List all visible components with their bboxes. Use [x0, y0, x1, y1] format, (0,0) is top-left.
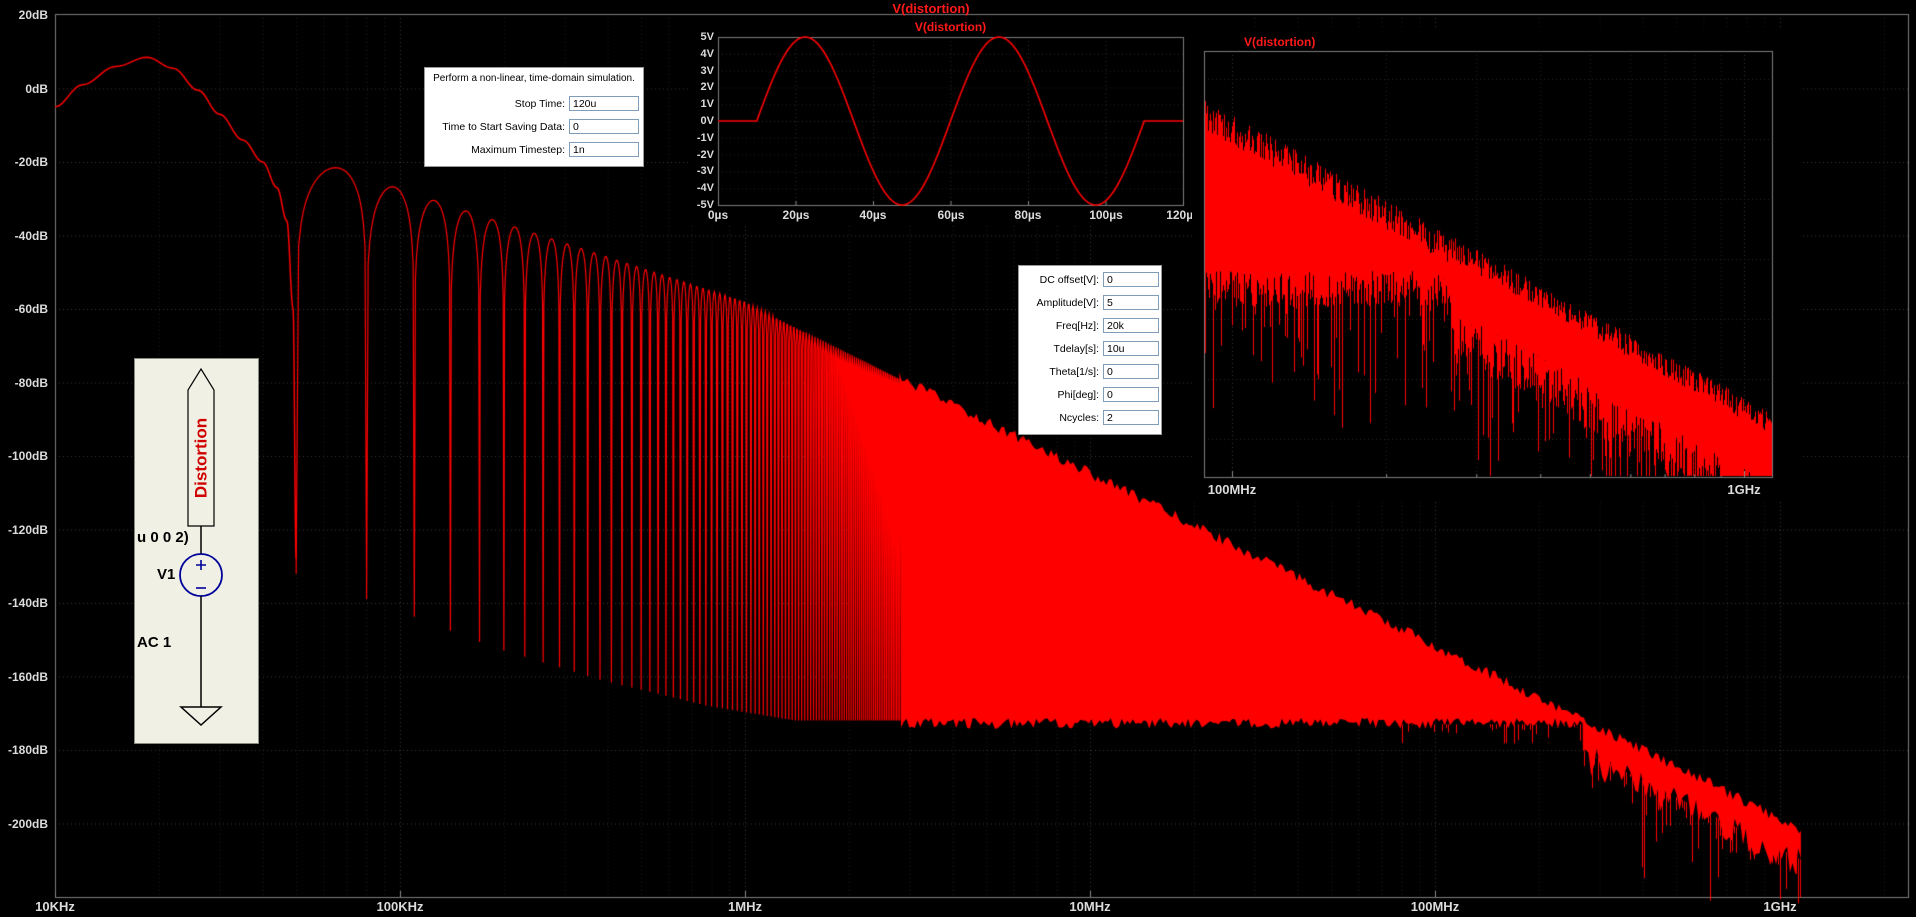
time-domain-plot[interactable] — [688, 16, 1210, 224]
stop-time-input[interactable] — [569, 96, 639, 111]
time-x-tick-label: 40µs — [859, 208, 887, 222]
y-axis-tick-label: -60dB — [14, 302, 48, 316]
x-axis-tick-label: 10MHz — [1069, 899, 1111, 914]
dc-offset-row: DC offset[V]: — [1021, 272, 1159, 287]
time-domain-inset-pane: V(distortion) 5V 4V 3V 2V 1V 0V -1V -2V … — [688, 16, 1210, 224]
fft-zoom-x-tick-label: 100MHz — [1207, 482, 1257, 497]
max-timestep-row: Maximum Timestep: — [427, 142, 639, 157]
ltspice-waveform-window: V(distortion) 20dB 0dB -20dB -40dB -60dB… — [0, 0, 1916, 917]
x-axis-tick-label: 1GHz — [1763, 899, 1797, 914]
time-y-tick-label: -1V — [696, 132, 714, 144]
y-axis-tick-label: -40dB — [14, 229, 48, 243]
time-y-tick-label: -3V — [696, 165, 714, 177]
stop-time-row: Stop Time: — [427, 96, 639, 111]
y-axis-tick-label: -100dB — [7, 449, 48, 463]
transient-dialog-title: Perform a non-linear, time-domain simula… — [433, 73, 635, 84]
tdelay-label: Tdelay[s]: — [1053, 342, 1099, 355]
freq-input[interactable] — [1103, 318, 1159, 333]
start-saving-input[interactable] — [569, 119, 639, 134]
time-y-tick-label: 1V — [700, 98, 714, 110]
max-timestep-label: Maximum Timestep: — [471, 143, 565, 156]
amplitude-row: Amplitude[V]: — [1021, 295, 1159, 310]
time-y-tick-label: -4V — [696, 182, 714, 194]
ground-symbol[interactable] — [179, 706, 223, 727]
time-y-tick-label: 0V — [700, 115, 714, 127]
phi-input[interactable] — [1103, 387, 1159, 402]
y-axis-tick-label: 20dB — [18, 8, 48, 22]
x-axis-tick-label: 1MHz — [728, 899, 762, 914]
time-y-tick-label: 3V — [700, 65, 714, 77]
theta-row: Theta[1/s]: — [1021, 364, 1159, 379]
fft-zoom-title: V(distortion) — [1244, 35, 1316, 49]
plus-marker-icon — [196, 560, 206, 570]
time-y-tick-label: 5V — [700, 31, 714, 43]
phi-row: Phi[deg]: — [1021, 387, 1159, 402]
time-x-tick-label: 80µs — [1014, 208, 1042, 222]
y-axis-tick-label: -200dB — [7, 817, 48, 831]
y-axis-tick-label: -120dB — [7, 523, 48, 537]
theta-label: Theta[1/s]: — [1049, 365, 1099, 378]
x-axis-tick-label: 10KHz — [35, 899, 75, 914]
tdelay-input[interactable] — [1103, 341, 1159, 356]
sine-source-dialog: DC offset[V]: Amplitude[V]: Freq[Hz]: Td… — [1018, 265, 1162, 435]
x-axis-tick-label: 100MHz — [1410, 899, 1460, 914]
ncycles-input[interactable] — [1103, 410, 1159, 425]
time-inset-title: V(distortion) — [914, 20, 987, 34]
time-y-tick-label: 4V — [700, 48, 714, 60]
stop-time-label: Stop Time: — [514, 97, 565, 110]
y-axis-tick-label: 0dB — [25, 82, 48, 96]
start-saving-row: Time to Start Saving Data: — [427, 119, 639, 134]
phi-label: Phi[deg]: — [1057, 388, 1099, 401]
y-axis-tick-label: -160dB — [7, 670, 48, 684]
fft-zoom-plot[interactable] — [1192, 30, 1800, 500]
time-x-tick-label: 100µs — [1089, 208, 1123, 222]
component-ref-label: V1 — [157, 566, 175, 583]
schematic-panel: Distortion u 0 0 2) V1 AC 1 — [134, 358, 259, 744]
fft-zoom-inset-pane: V(distortion) 100MHz 1GHz — [1192, 30, 1800, 500]
dc-offset-input[interactable] — [1103, 272, 1159, 287]
time-x-tick-label: 20µs — [782, 208, 810, 222]
ncycles-label: Ncycles: — [1059, 411, 1099, 424]
start-saving-label: Time to Start Saving Data: — [442, 120, 565, 133]
y-axis-tick-label: -80dB — [14, 376, 48, 390]
amplitude-label: Amplitude[V]: — [1036, 296, 1099, 309]
x-axis-tick-label: 100KHz — [376, 899, 424, 914]
freq-row: Freq[Hz]: — [1021, 318, 1159, 333]
time-x-tick-label: 60µs — [937, 208, 965, 222]
theta-input[interactable] — [1103, 364, 1159, 379]
tdelay-row: Tdelay[s]: — [1021, 341, 1159, 356]
net-label-distortion: Distortion — [192, 418, 211, 498]
time-y-tick-label: -2V — [696, 149, 714, 161]
ac-directive-text: AC 1 — [137, 634, 171, 651]
y-axis-tick-label: -180dB — [7, 743, 48, 757]
y-axis-tick-label: -20dB — [14, 155, 48, 169]
y-axis-tick-label: -140dB — [7, 596, 48, 610]
main-plot-title: V(distortion) — [892, 1, 970, 16]
spice-fragment-text: u 0 0 2) — [137, 529, 189, 546]
amplitude-input[interactable] — [1103, 295, 1159, 310]
freq-label: Freq[Hz]: — [1055, 319, 1099, 332]
time-x-tick-label: 0µs — [707, 208, 729, 222]
ncycles-row: Ncycles: — [1021, 410, 1159, 425]
transient-simulation-dialog: Perform a non-linear, time-domain simula… — [424, 67, 644, 167]
dc-offset-label: DC offset[V]: — [1039, 273, 1099, 286]
fft-zoom-x-tick-label: 1GHz — [1727, 482, 1761, 497]
max-timestep-input[interactable] — [569, 142, 639, 157]
schematic-svg: Distortion u 0 0 2) V1 AC 1 — [137, 367, 223, 727]
time-y-tick-label: 2V — [700, 81, 714, 93]
